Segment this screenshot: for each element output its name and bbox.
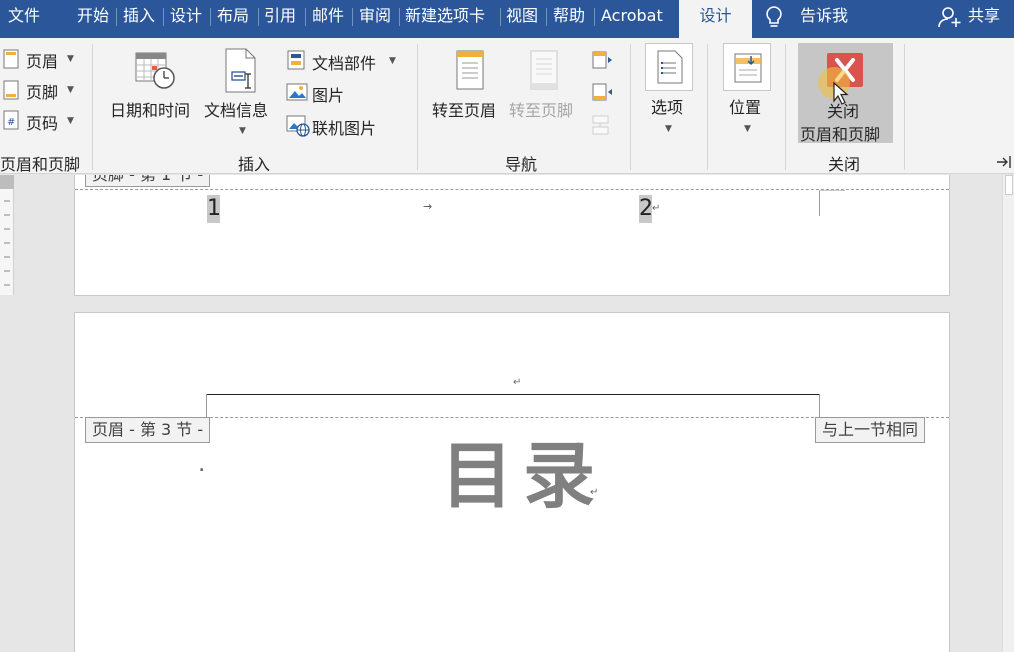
vertical-ruler xyxy=(0,175,14,295)
tab-review[interactable]: 审阅 xyxy=(359,0,391,32)
tab-file[interactable]: 文件 xyxy=(8,0,40,32)
document-info-button[interactable]: 文档信息 xyxy=(204,97,268,121)
footer-page-number-left[interactable]: 1 xyxy=(207,195,221,223)
tab-view[interactable]: 视图 xyxy=(506,0,538,32)
lightbulb-icon[interactable] xyxy=(764,5,784,33)
header-bottom-border xyxy=(206,394,820,395)
tab-mailings[interactable]: 邮件 xyxy=(312,0,344,32)
footer-section-tag: 页脚 - 第 1 节 - xyxy=(85,175,211,187)
position-icon xyxy=(733,52,763,88)
date-time-button[interactable]: 日期和时间 xyxy=(110,97,190,121)
page-number-icon: # xyxy=(3,110,19,134)
tab-layout[interactable]: 布局 xyxy=(217,0,249,32)
paragraph-mark: ↵ xyxy=(652,203,661,214)
tab-hf-design-active[interactable]: 设计 xyxy=(679,0,752,38)
toc-title[interactable]: 目录 xyxy=(441,431,605,521)
tab-acrobat[interactable]: Acrobat xyxy=(601,0,663,32)
document-info-icon xyxy=(223,48,259,98)
position-button[interactable] xyxy=(723,43,771,91)
goto-footer-button[interactable]: 转至页脚 xyxy=(509,97,573,121)
tab-design[interactable]: 设计 xyxy=(170,0,202,32)
tell-me-search[interactable]: 告诉我 xyxy=(800,0,848,32)
position-label[interactable]: 位置 xyxy=(729,94,761,118)
tab-new-tab[interactable]: 新建选项卡 xyxy=(405,0,485,32)
share-button[interactable]: 共享 xyxy=(968,0,1000,32)
header-button[interactable]: 页眉 xyxy=(26,48,58,72)
online-pictures-button[interactable]: 联机图片 xyxy=(312,115,376,139)
pictures-button[interactable]: 图片 xyxy=(312,82,344,106)
close-label-line1: 关闭 xyxy=(827,102,860,121)
previous-section-icon[interactable] xyxy=(591,50,613,74)
group-label-navigation: 导航 xyxy=(505,155,538,174)
options-doc-icon xyxy=(656,50,684,88)
footer-boundary-line xyxy=(75,189,949,190)
page-3-top[interactable]: ↵ 页眉 - 第 3 节 - 与上一节相同 . 目录 ↵ xyxy=(74,312,950,652)
online-picture-icon xyxy=(286,115,310,141)
quick-parts-button[interactable]: 文档部件 xyxy=(312,50,376,74)
next-section-icon[interactable] xyxy=(591,82,613,106)
footer-button[interactable]: 页脚 xyxy=(26,79,58,103)
options-dropdown-caret[interactable]: ▼ xyxy=(665,124,672,134)
group-label-header-footer: 页眉和页脚 xyxy=(0,155,81,174)
same-as-previous-tag: 与上一节相同 xyxy=(815,417,926,443)
tab-help[interactable]: 帮助 xyxy=(553,0,585,32)
page-number-button[interactable]: 页码 xyxy=(26,110,58,134)
options-button[interactable] xyxy=(645,43,693,91)
small-dot-mark: . xyxy=(199,459,205,475)
header-section-tag: 页眉 - 第 3 节 - xyxy=(85,417,211,443)
quick-parts-icon xyxy=(287,50,305,74)
group-label-close: 关闭 xyxy=(828,155,861,174)
tab-arrow-mark: → xyxy=(423,200,433,213)
svg-text:#: # xyxy=(7,117,15,128)
header-page-icon xyxy=(3,49,19,73)
options-label[interactable]: 选项 xyxy=(651,94,683,118)
tab-insert[interactable]: 插入 xyxy=(123,0,155,32)
picture-icon xyxy=(286,82,308,106)
close-header-footer-button[interactable]: 关闭 页眉和页脚 xyxy=(798,43,893,144)
calendar-clock-icon xyxy=(134,50,178,96)
footer-page-icon xyxy=(3,80,19,104)
footer-dropdown-caret[interactable]: ▼ xyxy=(67,85,74,95)
group-label-insert: 插入 xyxy=(238,155,271,174)
word-window: 文件 开始 插入 设计 布局 引用 邮件 审阅 新建选项卡 视图 帮助 Acro… xyxy=(0,0,1014,652)
header-dropdown-caret[interactable]: ▼ xyxy=(67,54,74,64)
document-area[interactable]: 页脚 - 第 1 节 - 1 → 2 ↵ ↵ 页眉 - 第 3 节 - 与上一节… xyxy=(0,175,1014,652)
toc-paragraph-mark: ↵ xyxy=(590,487,599,498)
footer-page-number-right[interactable]: 2 xyxy=(639,195,653,223)
quick-parts-dropdown-caret[interactable]: ▼ xyxy=(389,56,396,66)
goto-footer-icon xyxy=(527,49,561,95)
collapse-ribbon-icon[interactable] xyxy=(996,154,1014,173)
goto-header-button[interactable]: 转至页眉 xyxy=(432,97,496,121)
vertical-scrollbar[interactable] xyxy=(1002,175,1014,652)
document-info-dropdown-caret[interactable]: ▼ xyxy=(239,126,246,136)
link-to-previous-icon[interactable] xyxy=(591,114,613,140)
header-paragraph-mark: ↵ xyxy=(513,377,522,388)
tab-references[interactable]: 引用 xyxy=(264,0,296,32)
footer-margin-marker xyxy=(819,190,820,216)
page-number-dropdown-caret[interactable]: ▼ xyxy=(67,116,74,126)
close-label-line2: 页眉和页脚 xyxy=(800,125,881,144)
ribbon: 页眉 ▼ 页脚 ▼ # 页码 ▼ 页眉和页脚 日期和时间 文档信息 ▼ 文档部件… xyxy=(0,38,1014,174)
person-add-icon[interactable] xyxy=(938,6,962,32)
position-dropdown-caret[interactable]: ▼ xyxy=(744,124,751,134)
tab-home[interactable]: 开始 xyxy=(77,0,109,32)
scrollbar-thumb[interactable] xyxy=(1005,175,1013,195)
page-1-bottom[interactable]: 页脚 - 第 1 节 - 1 → 2 ↵ xyxy=(74,175,950,296)
goto-header-icon xyxy=(453,49,487,95)
menu-bar: 文件 开始 插入 设计 布局 引用 邮件 审阅 新建选项卡 视图 帮助 Acro… xyxy=(0,0,1014,38)
